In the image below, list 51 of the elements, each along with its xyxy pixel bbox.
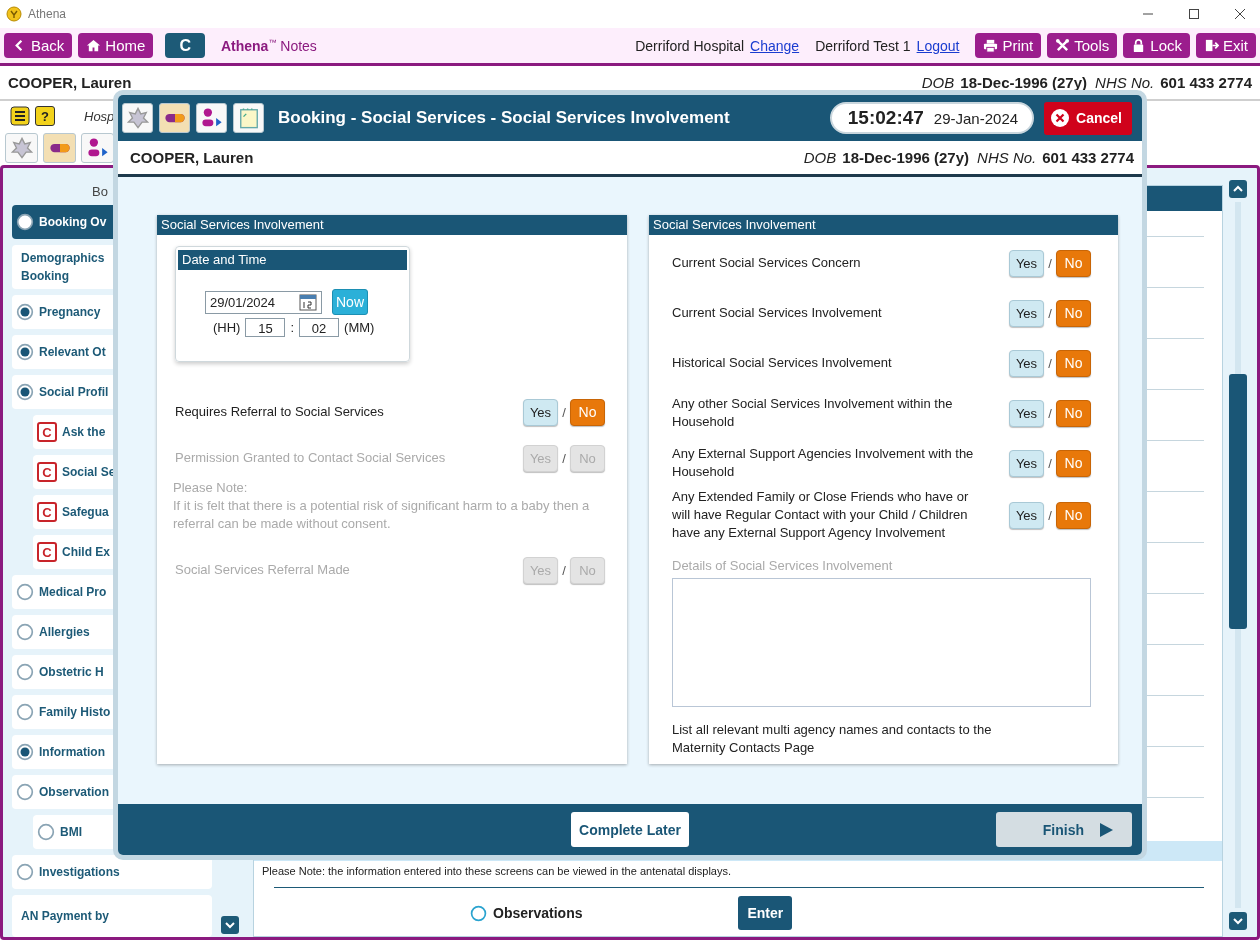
time-text: 15:02:47 bbox=[847, 107, 924, 129]
slash-separator: / bbox=[1047, 355, 1053, 371]
field-label: Details of Social Services Involvement bbox=[672, 558, 894, 573]
card-title: Date and Time bbox=[178, 250, 407, 270]
user-name: Derriford Test 1 bbox=[815, 37, 911, 54]
nhs-number: 601 433 2774 bbox=[1160, 74, 1252, 91]
question-label: Permission Granted to Contact Social Services bbox=[175, 449, 447, 467]
field-label: (MM) bbox=[344, 320, 375, 335]
option-label: Observations bbox=[493, 905, 583, 921]
question-label: Any External Support Agencies Involvement with the Household bbox=[672, 445, 975, 481]
section-heading: Bo bbox=[92, 184, 109, 199]
colon-separator: : bbox=[290, 320, 295, 335]
slash-separator: / bbox=[1047, 405, 1053, 421]
slash-separator: / bbox=[1047, 255, 1053, 271]
dob-label: DOB bbox=[921, 74, 955, 91]
panel-title: Social Services Involvement bbox=[649, 215, 1118, 235]
c-badge: C bbox=[37, 422, 57, 442]
dialog-title: Booking - Social Services - Social Services Involvement bbox=[278, 108, 730, 128]
question-label: Any Extended Family or Close Friends who have or will have Regular Contact with your Child / Children have any External Support Agency Involvement bbox=[672, 488, 970, 542]
slash-separator: / bbox=[1047, 305, 1053, 321]
patient-name: COOPER, Lauren bbox=[130, 149, 254, 166]
slash-separator: / bbox=[561, 404, 567, 420]
slash-separator: / bbox=[1047, 507, 1053, 523]
dob-value: 18-Dec-1996 (27y) bbox=[842, 149, 970, 166]
note-text: Please Note: the information entered into these screens can be viewed in the antenatal displays. bbox=[261, 864, 732, 879]
patient-name: COOPER, Lauren bbox=[8, 74, 132, 91]
question-label: Any other Social Services Involvement within the Household bbox=[672, 395, 954, 431]
nhs-label: NHS No. bbox=[1095, 74, 1155, 91]
dob-value: 18-Dec-1996 (27y) bbox=[960, 74, 1088, 91]
hospital-label: Hosp bbox=[84, 108, 115, 124]
app-brand: Athena$^{™}$ Notes bbox=[220, 37, 317, 54]
c-badge: C bbox=[37, 502, 57, 522]
slash-separator: / bbox=[561, 562, 567, 578]
nhs-number: 601 433 2774 bbox=[1042, 149, 1134, 166]
question-label: Historical Social Services Involvement bbox=[672, 354, 893, 372]
slash-separator: / bbox=[1047, 455, 1053, 471]
question-label: Current Social Services Concern bbox=[672, 254, 862, 272]
hospital-name: Derriford Hospital bbox=[635, 37, 745, 54]
instruction-text: List all relevant multi agency names and contacts to the Maternity Contacts Page bbox=[672, 721, 993, 757]
nhs-label: NHS No. bbox=[977, 149, 1037, 166]
window-title: Athena bbox=[28, 7, 67, 21]
dob-label: DOB bbox=[803, 149, 837, 166]
date-text: 29-Jan-2024 bbox=[933, 109, 1019, 127]
question-label: Current Social Services Involvement bbox=[672, 304, 883, 322]
c-badge: C bbox=[37, 462, 57, 482]
panel-title: Social Services Involvement bbox=[157, 215, 627, 235]
field-label: (HH) bbox=[213, 320, 241, 335]
note-text: Please Note: bbox=[173, 479, 249, 497]
slash-separator: / bbox=[561, 450, 567, 466]
c-badge: C bbox=[37, 542, 57, 562]
note-text: If it is felt that there is a potential risk of significant harm to a baby then a referral can be made without consent. bbox=[173, 497, 591, 533]
